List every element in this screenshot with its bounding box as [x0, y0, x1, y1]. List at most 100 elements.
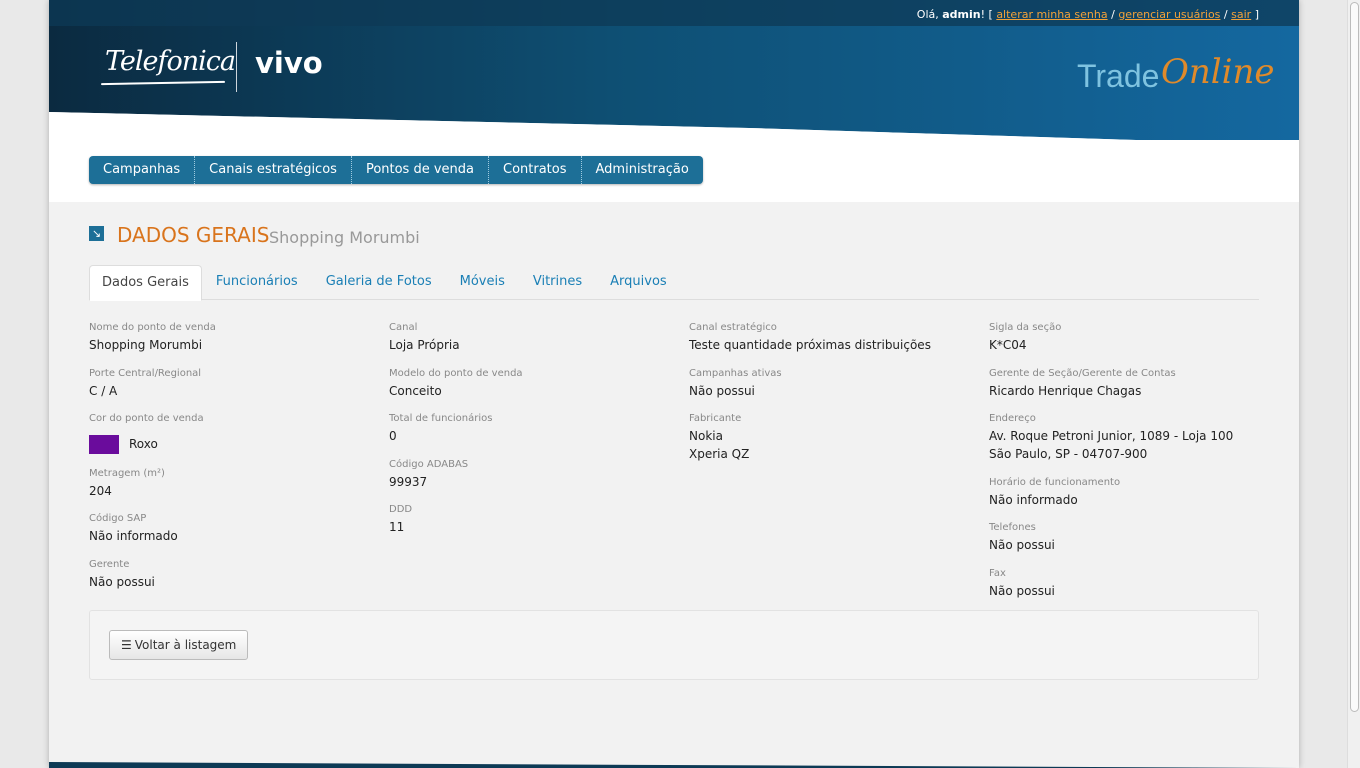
header-banner: Olá, admin! [ alterar minha senha / gere… — [49, 0, 1299, 150]
bottom-stripe — [49, 762, 1299, 768]
tab-funcionarios[interactable]: Funcionários — [202, 265, 312, 299]
field-value: C / A — [89, 384, 118, 398]
field-value: 99937 — [389, 475, 428, 489]
field-ddd: DDD 11 — [389, 502, 679, 548]
field-modelo: Modelo do ponto de venda Conceito — [389, 366, 679, 411]
field-label: Total de funcionários — [389, 413, 493, 424]
field-telefones: Telefones Não possui — [989, 520, 1279, 566]
tab-vitrines[interactable]: Vitrines — [519, 265, 596, 299]
field-horario: Horário de funcionamento Não informado — [989, 475, 1279, 520]
field-value: Roxo — [129, 437, 158, 451]
logo-divider — [236, 42, 237, 92]
field-value: Teste quantidade próximas distribuições — [689, 338, 931, 352]
tab-dados-gerais[interactable]: Dados Gerais — [89, 265, 202, 301]
field-label: Metragem (m²) — [89, 468, 165, 479]
field-label: Código ADABAS — [389, 459, 469, 470]
field-porte: Porte Central/Regional C / A — [89, 366, 379, 411]
field-value-line-2: São Paulo, SP - 04707-900 — [989, 447, 1148, 461]
field-label: Campanhas ativas — [689, 368, 782, 379]
field-label: Canal — [389, 322, 418, 333]
field-label: Código SAP — [89, 513, 147, 524]
field-label: Gerente — [89, 559, 130, 570]
field-value-line-2: Xperia QZ — [689, 447, 750, 461]
back-to-list-button[interactable]: ☰ Voltar à listagem — [109, 630, 249, 660]
field-campanhas-ativas: Campanhas ativas Não possui — [689, 366, 979, 411]
field-label: Porte Central/Regional — [89, 368, 202, 379]
field-gerente-secao: Gerente de Seção/Gerente de Contas Ricar… — [989, 366, 1279, 411]
form-actions: ☰ Voltar à listagem — [89, 610, 1259, 680]
change-password-link[interactable]: alterar minha senha — [996, 8, 1107, 21]
field-value: Não informado — [989, 493, 1078, 507]
field-value: 0 — [389, 429, 397, 443]
field-total-funcionarios: Total de funcionários 0 — [389, 411, 679, 457]
field-label: Telefones — [989, 522, 1036, 533]
color-value: Roxo — [89, 435, 379, 454]
field-fax: Fax Não possui — [989, 566, 1279, 612]
greeting-text: Olá, — [916, 8, 939, 21]
telefonica-logo[interactable]: Telefonica — [105, 46, 236, 77]
field-canal-estrategico: Canal estratégico Teste quantidade próxi… — [689, 320, 979, 366]
vertical-scrollbar[interactable] — [1347, 0, 1360, 768]
field-cor: Cor do ponto de venda Roxo — [89, 411, 379, 466]
color-swatch — [89, 435, 119, 454]
details-column-2: Canal Loja Própria Modelo do ponto de ve… — [389, 320, 679, 548]
arrow-down-right-icon: ↘ — [89, 226, 104, 241]
field-label: DDD — [389, 504, 413, 515]
field-metragem: Metragem (m²) 204 — [89, 466, 379, 511]
field-value: Shopping Morumbi — [89, 338, 203, 352]
field-value: Conceito — [389, 384, 442, 398]
main-nav: Campanhas Canais estratégicos Pontos de … — [89, 156, 703, 184]
tab-galeria-de-fotos[interactable]: Galeria de Fotos — [312, 265, 446, 299]
tab-bar: Dados Gerais Funcionários Galeria de Fot… — [89, 265, 1259, 301]
field-codigo-sap: Código SAP Não informado — [89, 511, 379, 557]
field-label: Canal estratégico — [689, 322, 777, 333]
logout-link[interactable]: sair — [1231, 8, 1251, 21]
list-icon: ☰ — [121, 638, 132, 652]
user-bar: Olá, admin! [ alterar minha senha / gere… — [917, 8, 1259, 21]
field-label: Modelo do ponto de venda — [389, 368, 523, 379]
link-separator: / — [1223, 8, 1228, 21]
field-value: 204 — [89, 484, 112, 498]
page-container: Olá, admin! [ alterar minha senha / gere… — [49, 0, 1299, 768]
page-title: DADOS GERAIS — [117, 223, 270, 247]
tab-arquivos[interactable]: Arquivos — [596, 265, 681, 299]
field-value: Ricardo Henrique Chagas — [989, 384, 1142, 398]
details-column-4: Sigla da seção K*C04 Gerente de Seção/Ge… — [989, 320, 1279, 612]
trade-brand: Trade — [1077, 58, 1160, 94]
nav-administracao[interactable]: Administração — [580, 156, 703, 184]
field-fabricante: Fabricante Nokia Xperia QZ — [689, 411, 979, 475]
field-label: Endereço — [989, 413, 1036, 424]
field-endereco: Endereço Av. Roque Petroni Junior, 1089 … — [989, 411, 1279, 475]
field-codigo-adabas: Código ADABAS 99937 — [389, 457, 679, 502]
field-value: Não possui — [989, 584, 1055, 598]
link-separator: / — [1111, 8, 1115, 21]
field-label: Fax — [989, 568, 1006, 579]
field-sigla-secao: Sigla da seção K*C04 — [989, 320, 1279, 366]
field-label: Horário de funcionamento — [989, 477, 1121, 488]
nav-contratos[interactable]: Contratos — [488, 156, 581, 184]
bracket-open: ! [ — [980, 8, 993, 21]
back-button-label: Voltar à listagem — [134, 638, 237, 652]
scrollbar-thumb[interactable] — [1350, 2, 1359, 712]
field-value: Não possui — [689, 384, 755, 398]
field-value: Nokia — [689, 429, 723, 443]
field-value: Av. Roque Petroni Junior, 1089 - Loja 10… — [989, 429, 1234, 443]
username: admin — [942, 8, 981, 21]
field-value: Não possui — [89, 575, 155, 589]
field-gerente: Gerente Não possui — [89, 557, 379, 603]
details-column-1: Nome do ponto de venda Shopping Morumbi … — [89, 320, 379, 603]
nav-canais-estrategicos[interactable]: Canais estratégicos — [194, 156, 351, 184]
nav-campanhas[interactable]: Campanhas — [89, 156, 194, 184]
bracket-close: ] — [1254, 8, 1259, 21]
field-value: Não possui — [989, 538, 1055, 552]
vivo-logo[interactable]: vivo — [255, 46, 323, 80]
manage-users-link[interactable]: gerenciar usuários — [1118, 8, 1220, 21]
field-label: Cor do ponto de venda — [89, 413, 204, 424]
field-nome: Nome do ponto de venda Shopping Morumbi — [89, 320, 379, 366]
field-value: Loja Própria — [389, 338, 460, 352]
field-value: Não informado — [89, 529, 178, 543]
nav-pontos-de-venda[interactable]: Pontos de venda — [350, 156, 488, 184]
field-label: Sigla da seção — [989, 322, 1062, 333]
field-label: Gerente de Seção/Gerente de Contas — [989, 368, 1176, 379]
tab-moveis[interactable]: Móveis — [446, 265, 519, 299]
